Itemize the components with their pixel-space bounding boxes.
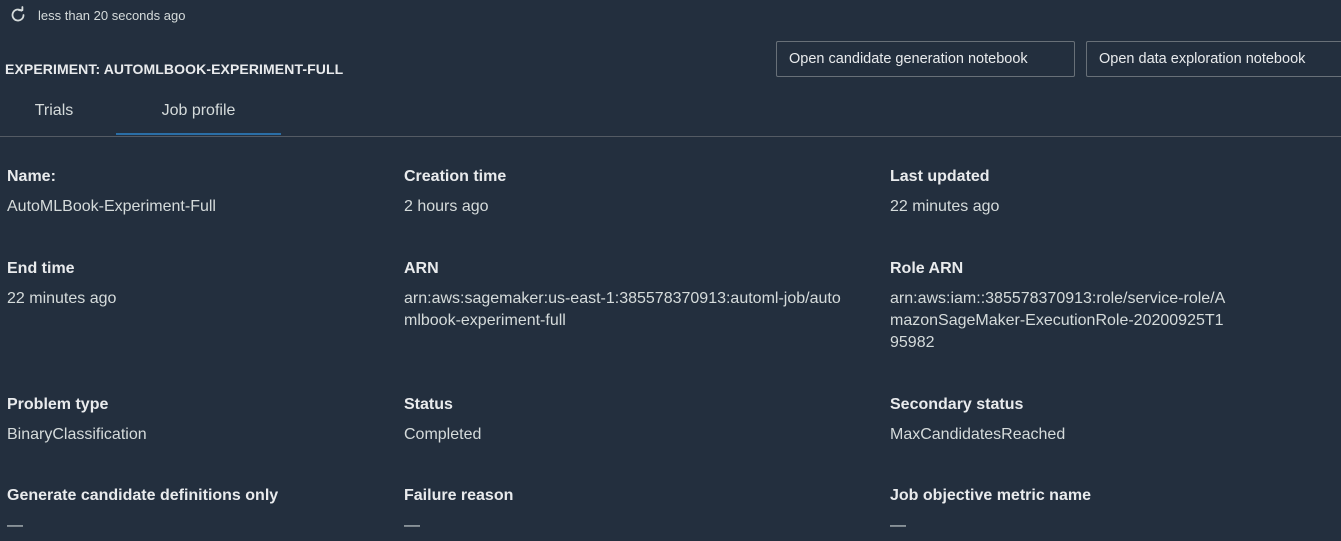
field-label: Role ARN bbox=[890, 260, 964, 277]
field-label: Failure reason bbox=[404, 487, 514, 504]
field-label: Last updated bbox=[890, 168, 990, 185]
field-value: 2 hours ago bbox=[404, 198, 489, 215]
tab-bar: Trials Job profile bbox=[0, 86, 1341, 137]
field-label: Generate candidate definitions only bbox=[7, 487, 279, 504]
field-generate-candidate-definitions-only: Generate candidate definitions only — bbox=[7, 486, 387, 537]
field-label: Secondary status bbox=[890, 396, 1024, 413]
experiment-title: EXPERIMENT: AUTOMLBOOK-EXPERIMENT-FULL bbox=[5, 61, 344, 77]
field-label: End time bbox=[7, 260, 75, 277]
field-value: AutoMLBook-Experiment-Full bbox=[7, 198, 216, 215]
active-tab-indicator bbox=[116, 133, 281, 135]
tab-trials[interactable]: Trials bbox=[0, 86, 108, 136]
field-creation-time: Creation time 2 hours ago bbox=[404, 167, 844, 218]
field-value: — bbox=[404, 517, 420, 534]
field-value: 22 minutes ago bbox=[890, 198, 1000, 215]
field-label: Problem type bbox=[7, 396, 109, 413]
tab-job-profile[interactable]: Job profile bbox=[116, 86, 281, 136]
last-refreshed-text: less than 20 seconds ago bbox=[38, 7, 186, 23]
field-status: Status Completed bbox=[404, 395, 844, 446]
field-last-updated: Last updated 22 minutes ago bbox=[890, 167, 1230, 218]
field-value: MaxCandidatesReached bbox=[890, 426, 1066, 443]
field-value: — bbox=[7, 517, 23, 534]
field-label: ARN bbox=[404, 260, 439, 277]
field-name: Name: AutoMLBook-Experiment-Full bbox=[7, 167, 387, 218]
field-failure-reason: Failure reason — bbox=[404, 486, 844, 537]
field-value: arn:aws:iam::385578370913:role/service-r… bbox=[890, 290, 1226, 351]
refresh-bar: less than 20 seconds ago bbox=[8, 4, 185, 26]
field-value: BinaryClassification bbox=[7, 426, 147, 443]
field-arn: ARN arn:aws:sagemaker:us-east-1:38557837… bbox=[404, 259, 844, 332]
open-candidate-generation-notebook-button[interactable]: Open candidate generation notebook bbox=[776, 41, 1075, 77]
field-label: Status bbox=[404, 396, 453, 413]
refresh-icon[interactable] bbox=[8, 5, 28, 25]
field-label: Job objective metric name bbox=[890, 487, 1091, 504]
field-label: Name: bbox=[7, 168, 56, 185]
field-problem-type: Problem type BinaryClassification bbox=[7, 395, 387, 446]
open-data-exploration-notebook-button[interactable]: Open data exploration notebook bbox=[1086, 41, 1341, 77]
field-role-arn: Role ARN arn:aws:iam::385578370913:role/… bbox=[890, 259, 1230, 354]
field-value: arn:aws:sagemaker:us-east-1:385578370913… bbox=[404, 290, 841, 329]
field-value: Completed bbox=[404, 426, 482, 443]
field-value: 22 minutes ago bbox=[7, 290, 117, 307]
field-label: Creation time bbox=[404, 168, 507, 185]
field-job-objective-metric-name: Job objective metric name — bbox=[890, 486, 1230, 537]
field-end-time: End time 22 minutes ago bbox=[7, 259, 387, 310]
field-secondary-status: Secondary status MaxCandidatesReached bbox=[890, 395, 1230, 446]
field-value: — bbox=[890, 517, 906, 534]
